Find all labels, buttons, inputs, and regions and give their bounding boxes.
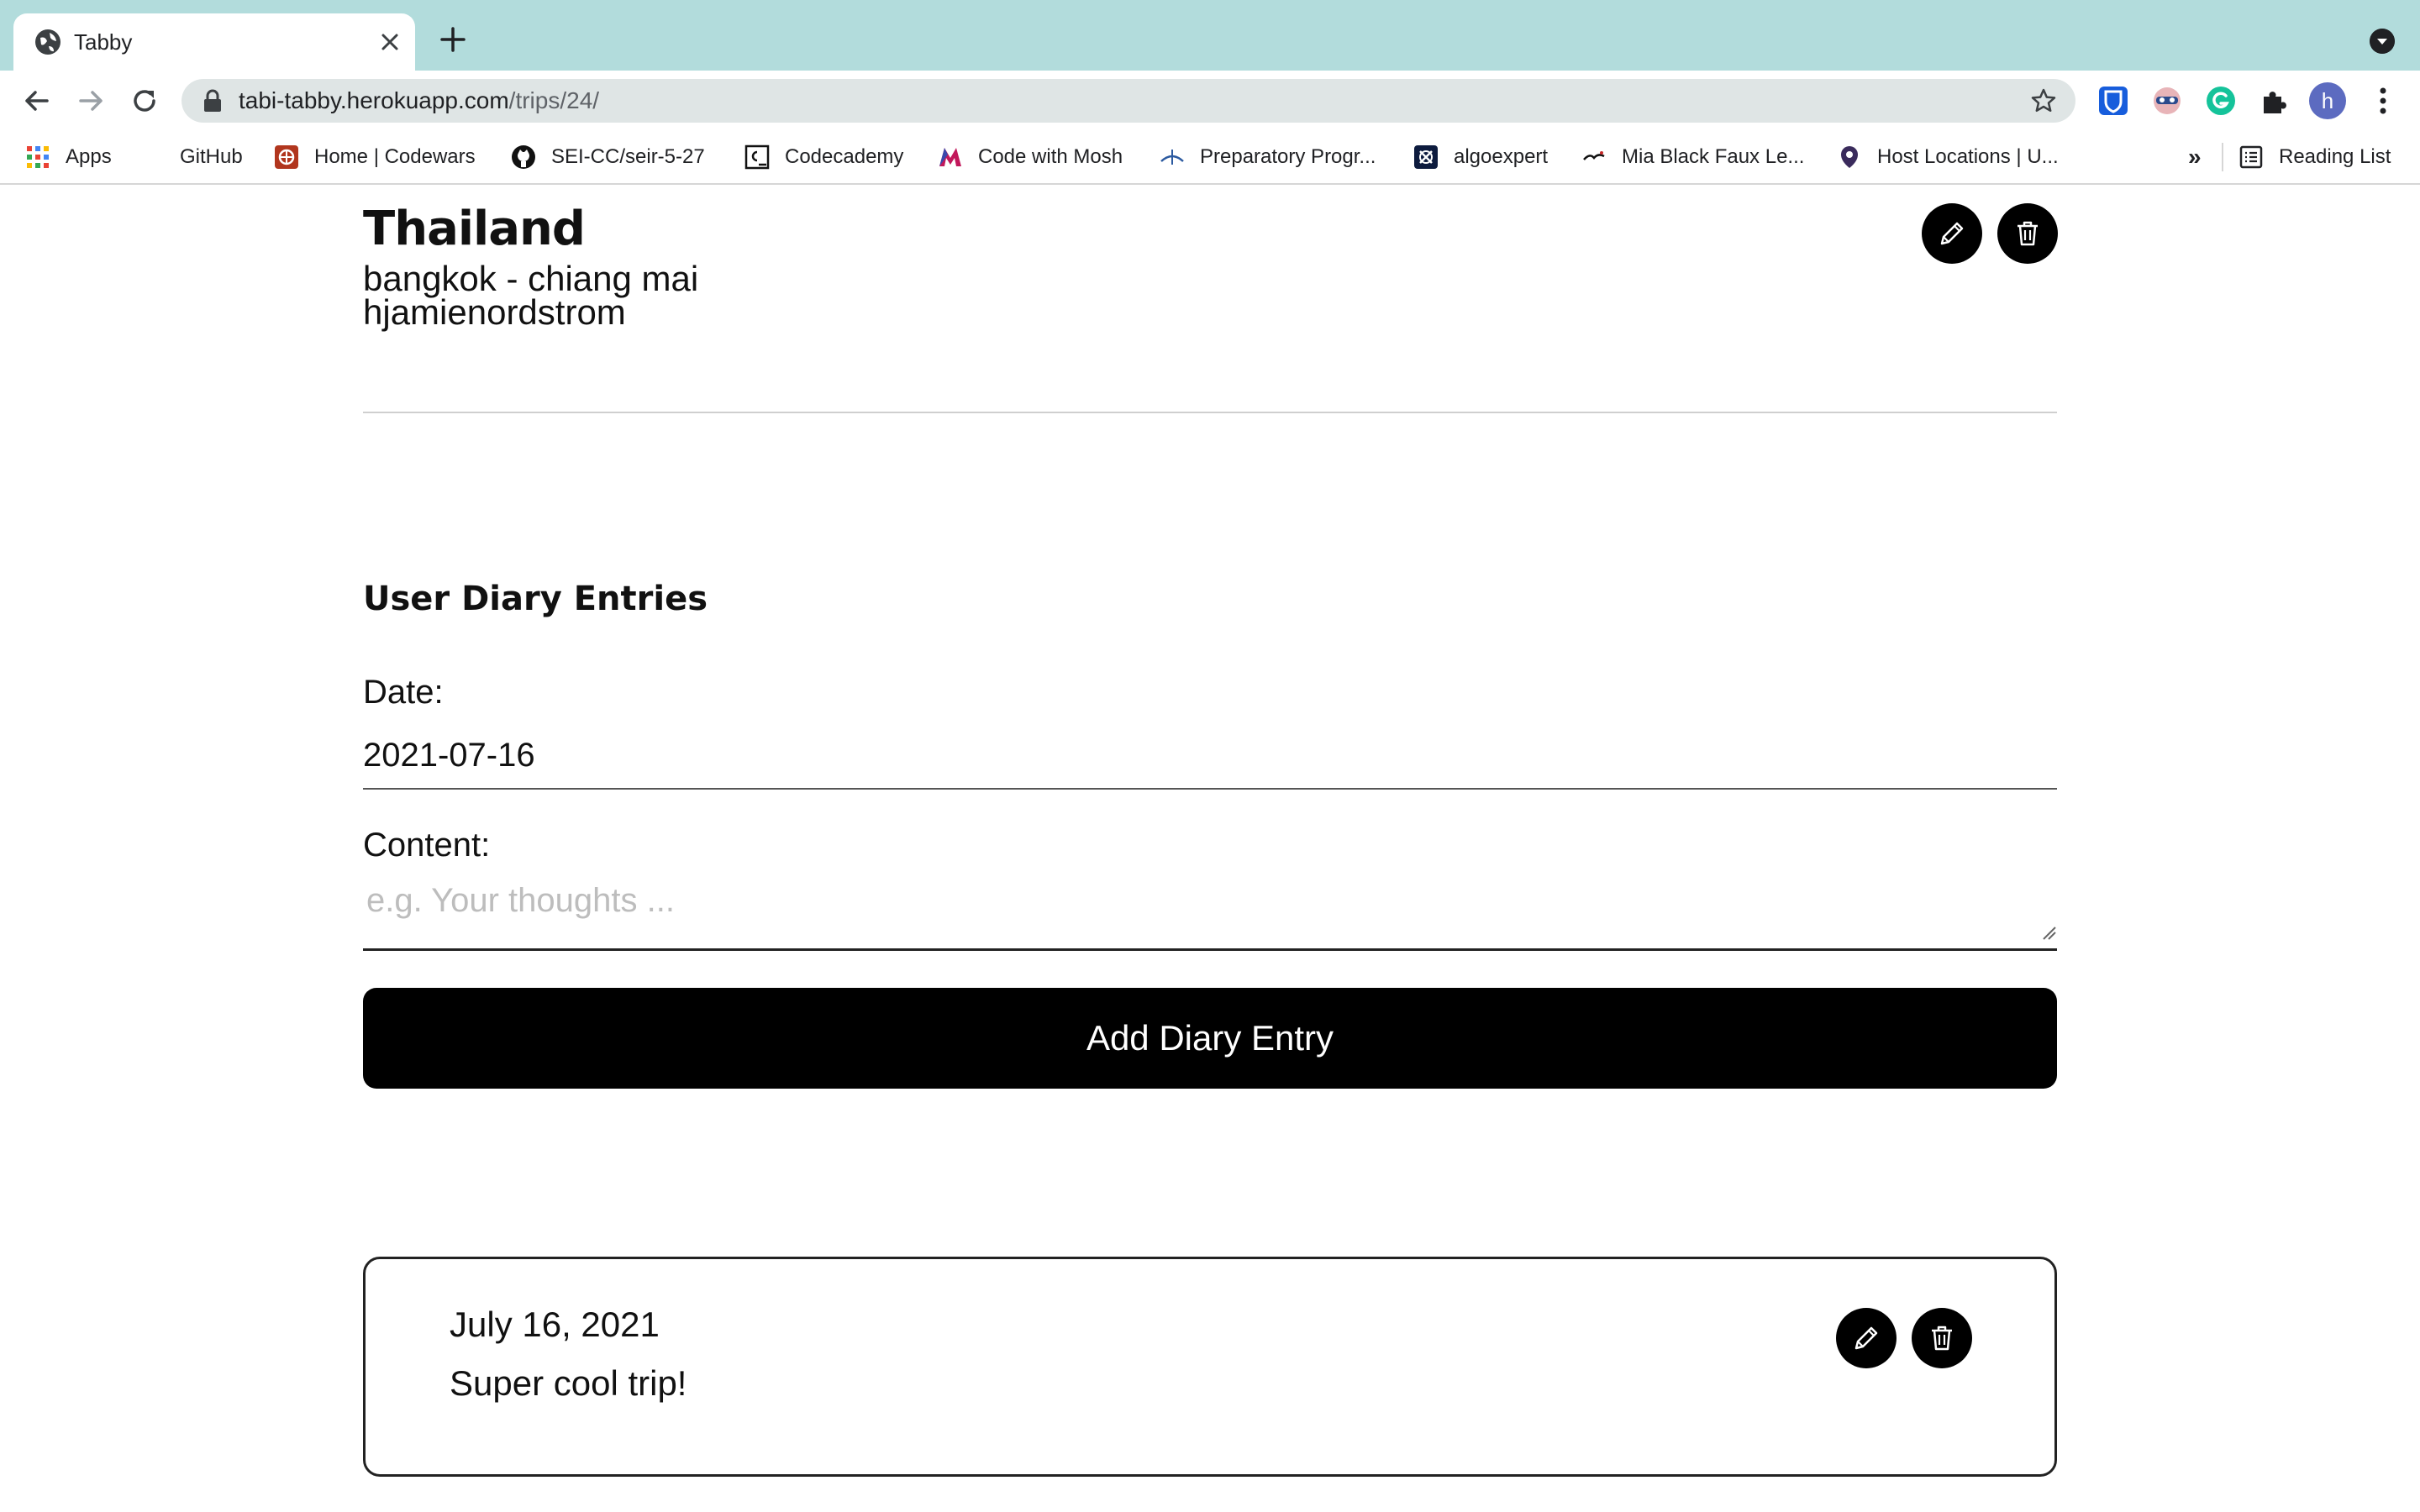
back-arrow-icon[interactable] [20, 84, 54, 118]
date-label: Date: [363, 674, 444, 711]
add-diary-entry-button[interactable]: Add Diary Entry [363, 988, 2057, 1089]
pencil-icon [1940, 222, 1964, 245]
github-icon [512, 145, 535, 169]
delete-entry-button[interactable] [1912, 1308, 1972, 1368]
delete-trip-button[interactable] [1997, 203, 2058, 264]
bookmark-codewars[interactable]: Home | Codewars [274, 129, 476, 185]
prep-icon [1160, 150, 1184, 165]
url-text[interactable]: tabi-tabby.herokuapp.com/trips/24/ [239, 79, 599, 123]
bookmark-label: Host Locations | U... [1877, 145, 2059, 168]
codewars-icon [275, 145, 298, 169]
bookmark-label: GitHub [180, 145, 243, 168]
profile-avatar[interactable]: h [2309, 82, 2346, 119]
reading-list-icon [2239, 145, 2263, 169]
bookmark-label: Codecademy [785, 145, 904, 168]
bookmark-host-locations[interactable]: Host Locations | U... [1837, 129, 2059, 185]
browser-tab[interactable]: Tabby [13, 13, 415, 71]
close-icon[interactable] [378, 30, 402, 54]
plus-icon[interactable] [437, 24, 469, 55]
chevron-down-icon[interactable] [2370, 29, 2395, 54]
tab-strip: Tabby [0, 0, 2420, 71]
bookmark-star-icon[interactable] [2030, 87, 2057, 114]
trip-title: Thailand [363, 202, 586, 256]
bookmark-apps[interactable]: Apps [25, 129, 112, 185]
bookmark-label: Preparatory Progr... [1200, 145, 1376, 168]
apps-grid-icon [27, 146, 49, 168]
bookmark-algoexpert[interactable]: algoexpert [1413, 129, 1548, 185]
bookmark-preparatory[interactable]: Preparatory Progr... [1160, 129, 1376, 185]
bookmarks-separator [2222, 143, 2223, 171]
location-pin-icon [1841, 146, 1858, 168]
mosh-icon [939, 148, 961, 166]
shop-icon [1583, 151, 1605, 160]
extension-mask-icon[interactable] [2151, 85, 2183, 117]
trip-author: hjamienordstrom [363, 292, 626, 332]
trash-icon [1932, 1326, 1952, 1351]
page-content: Thailand bangkok - chiang mai hjamienord… [0, 185, 2420, 1512]
entry-text: Super cool trip! [450, 1363, 687, 1403]
edit-trip-button[interactable] [1922, 203, 1982, 264]
bookmark-mosh[interactable]: Code with Mosh [938, 129, 1123, 185]
bookmark-github[interactable]: GitHub [139, 129, 243, 185]
content-textarea[interactable] [363, 875, 2057, 951]
codecademy-icon [744, 144, 770, 170]
algoexpert-icon [1414, 145, 1438, 169]
tab-title: Tabby [74, 29, 133, 55]
trash-icon [2018, 221, 2038, 246]
resize-grip-icon[interactable] [2040, 924, 2057, 941]
diary-section-heading: User Diary Entries [363, 580, 708, 618]
address-bar[interactable]: tabi-tabby.herokuapp.com/trips/24/ [182, 79, 2075, 123]
reload-icon[interactable] [128, 84, 161, 118]
entry-date: July 16, 2021 [450, 1305, 660, 1344]
section-divider [363, 412, 2057, 413]
extensions-puzzle-icon[interactable] [2259, 85, 2291, 117]
forward-arrow-icon[interactable] [74, 84, 108, 118]
bookmarks-bar: Apps GitHub Home | Codewars SEI-CC/seir-… [0, 129, 2420, 185]
lock-icon[interactable] [202, 89, 224, 113]
edit-entry-button[interactable] [1836, 1308, 1897, 1368]
pencil-icon [1854, 1326, 1878, 1350]
bookmarks-overflow-button[interactable]: » [2188, 129, 2202, 185]
bookmark-codecademy[interactable]: Codecademy [744, 129, 903, 185]
grammarly-icon[interactable] [2205, 85, 2237, 117]
bookmark-label: SEI-CC/seir-5-27 [551, 145, 705, 168]
globe-icon [35, 29, 60, 55]
content-label: Content: [363, 827, 491, 864]
bookmark-seir[interactable]: SEI-CC/seir-5-27 [511, 129, 705, 185]
diary-entry-card: July 16, 2021 Super cool trip! [363, 1257, 2057, 1477]
bookmark-label: Mia Black Faux Le... [1622, 145, 1805, 168]
bookmark-label: algoexpert [1454, 145, 1549, 168]
reading-list-button[interactable]: Reading List [2238, 129, 2391, 185]
bookmark-label: Apps [66, 145, 112, 168]
bookmark-label: Code with Mosh [978, 145, 1123, 168]
bitwarden-icon[interactable] [2097, 85, 2129, 117]
reading-list-label: Reading List [2279, 145, 2391, 168]
github-icon [141, 146, 163, 168]
date-input[interactable] [363, 722, 2057, 790]
bookmark-label: Home | Codewars [314, 145, 476, 168]
browser-toolbar: tabi-tabby.herokuapp.com/trips/24/ h [0, 71, 2420, 129]
bookmark-mia-black[interactable]: Mia Black Faux Le... [1581, 129, 1804, 185]
more-vertical-icon[interactable] [2373, 86, 2393, 116]
